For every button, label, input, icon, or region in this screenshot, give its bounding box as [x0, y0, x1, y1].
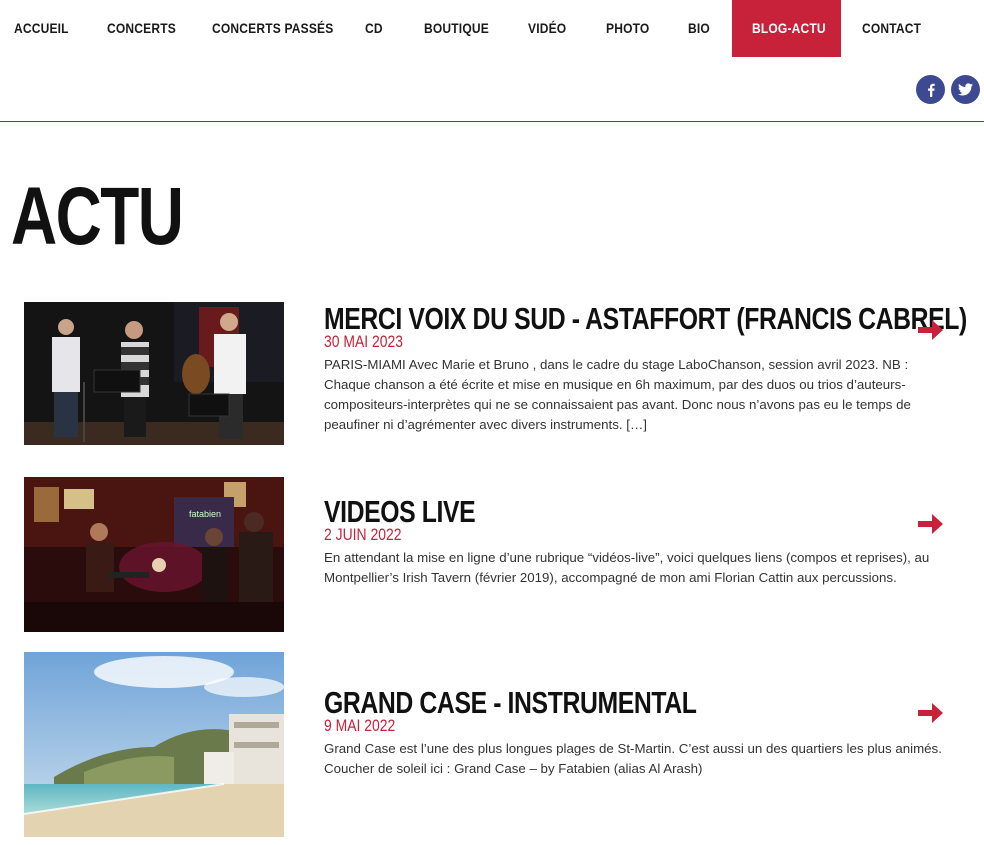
post-date: 30 MAI 2023 [324, 332, 404, 351]
post-card: fatabien VIDEOS LIVE 2 JUIN 2022 En atte… [24, 477, 954, 632]
post-body: GRAND CASE - INSTRUMENTAL 9 MAI 2022 Gra… [324, 687, 949, 779]
nav-item-concerts[interactable]: CONCERTS [107, 0, 176, 57]
post-excerpt: Grand Case est l’une des plus longues pl… [324, 741, 942, 776]
main-nav: ACCUEIL CONCERTS CONCERTS PASSÉS CD BOUT… [0, 0, 984, 57]
post-thumbnail[interactable] [24, 302, 284, 445]
nav-item-blog-actu[interactable]: BLOG-ACTU [732, 0, 841, 57]
nav-item-concerts-passes[interactable]: CONCERTS PASSÉS [212, 0, 333, 57]
nav-item-photo[interactable]: PHOTO [606, 0, 649, 57]
nav-item-cd[interactable]: CD [365, 0, 383, 57]
post-title[interactable]: MERCI VOIX DU SUD - ASTAFFORT (FRANCIS C… [324, 303, 967, 334]
page-title: ACTU [11, 171, 184, 262]
nav-item-video[interactable]: VIDÉO [528, 0, 566, 57]
nav-item-accueil[interactable]: ACCUEIL [14, 0, 69, 57]
arrow-right-icon[interactable] [916, 700, 944, 726]
nav-item-bio[interactable]: BIO [688, 0, 710, 57]
post-card: GRAND CASE - INSTRUMENTAL 9 MAI 2022 Gra… [24, 652, 954, 837]
arrow-right-icon[interactable] [916, 317, 944, 343]
post-body: VIDEOS LIVE 2 JUIN 2022 En attendant la … [324, 496, 949, 588]
arrow-right-icon[interactable] [916, 511, 944, 537]
facebook-icon[interactable] [916, 75, 945, 104]
twitter-icon[interactable] [951, 75, 980, 104]
nav-item-boutique[interactable]: BOUTIQUE [424, 0, 489, 57]
post-body: MERCI VOIX DU SUD - ASTAFFORT (FRANCIS C… [324, 303, 967, 435]
nav-item-blog-actu-label: BLOG-ACTU [752, 20, 826, 36]
post-title[interactable]: VIDEOS LIVE [324, 496, 824, 527]
post-thumbnail[interactable] [24, 652, 284, 837]
post-excerpt: PARIS-MIAMI Avec Marie et Bruno , dans l… [324, 357, 911, 432]
post-title[interactable]: GRAND CASE - INSTRUMENTAL [324, 687, 824, 718]
post-thumbnail[interactable]: fatabien [24, 477, 284, 632]
post-date: 9 MAI 2022 [324, 716, 396, 735]
post-date: 2 JUIN 2022 [324, 525, 402, 544]
nav-item-contact[interactable]: CONTACT [862, 0, 921, 57]
social-links [916, 75, 980, 104]
svg-text:fatabien: fatabien [189, 509, 221, 519]
post-excerpt: En attendant la mise en ligne d’une rubr… [324, 550, 930, 585]
header-divider [0, 121, 984, 122]
post-card: MERCI VOIX DU SUD - ASTAFFORT (FRANCIS C… [24, 302, 967, 445]
